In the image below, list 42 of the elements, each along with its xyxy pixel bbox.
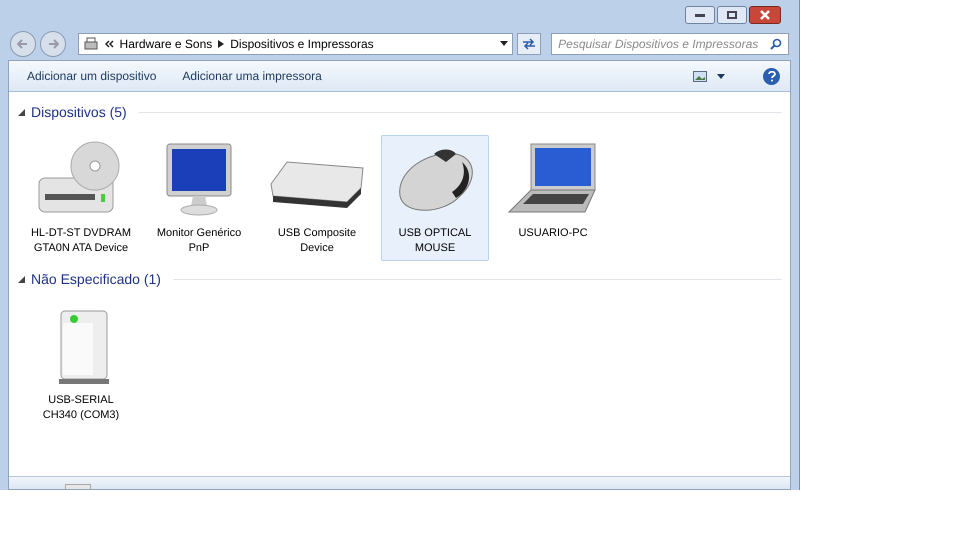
search-icon (770, 38, 782, 50)
device-item[interactable]: USUARIO-PC (499, 135, 607, 246)
search-field[interactable]: Pesquisar Dispositivos e Impressoras (551, 32, 789, 54)
refresh-icon (522, 38, 536, 50)
breadcrumb-arrow-icon (218, 40, 224, 48)
group-toggle[interactable] (17, 108, 25, 116)
minimize-button[interactable] (685, 6, 715, 24)
help-button[interactable] (763, 68, 780, 84)
group-toggle[interactable] (17, 276, 25, 284)
address-bar[interactable]: Hardware e Sons Dispositivos e Impressoras (78, 32, 514, 54)
device-label: USUARIO-PC (517, 226, 589, 241)
dropdown-caret-icon (500, 41, 508, 46)
breadcrumb[interactable]: Dispositivos e Impressoras (230, 34, 374, 52)
close-button[interactable] (749, 6, 781, 24)
device-item[interactable]: USB-SERIAL CH340 (COM3) (27, 302, 135, 428)
group-heading[interactable]: Dispositivos (5) (31, 102, 127, 123)
back-arrow-icon (16, 38, 29, 50)
overflow-chevron-icon (104, 40, 114, 48)
toolbar-button[interactable]: Adicionar uma impressora (174, 64, 330, 88)
group-heading[interactable]: Não Especificado (1) (31, 269, 161, 290)
picture-icon (693, 70, 707, 82)
device-label: USB OPTICAL MOUSE (398, 226, 472, 256)
device-item[interactable]: USB OPTICAL MOUSE (381, 135, 489, 261)
printer-icon (82, 36, 99, 50)
device-label: Monitor Genérico PnP (156, 226, 242, 256)
device-item[interactable]: USB Composite Device (263, 135, 371, 261)
close-icon (760, 10, 770, 20)
device-label: USB-SERIAL CH340 (COM3) (42, 393, 120, 423)
breadcrumb[interactable]: Hardware e Sons (120, 34, 212, 52)
device-item[interactable]: Monitor Genérico PnP (145, 135, 253, 261)
dropdown-caret-icon (717, 74, 725, 78)
maximize-button[interactable] (717, 6, 747, 24)
device-item[interactable]: HL-DT-ST DVDRAM GTA0N ATA Device (27, 135, 135, 261)
device-label: USB Composite Device (276, 226, 358, 256)
device-thumbnail-icon (65, 484, 91, 489)
refresh-button[interactable] (517, 32, 542, 54)
toolbar-button[interactable]: Adicionar um dispositivo (19, 64, 164, 88)
help-icon (768, 70, 776, 82)
collapse-triangle-icon (18, 276, 24, 283)
forward-arrow-icon (46, 38, 59, 50)
collapse-triangle-icon (18, 109, 24, 116)
device-label: HL-DT-ST DVDRAM GTA0N ATA Device (30, 226, 132, 256)
